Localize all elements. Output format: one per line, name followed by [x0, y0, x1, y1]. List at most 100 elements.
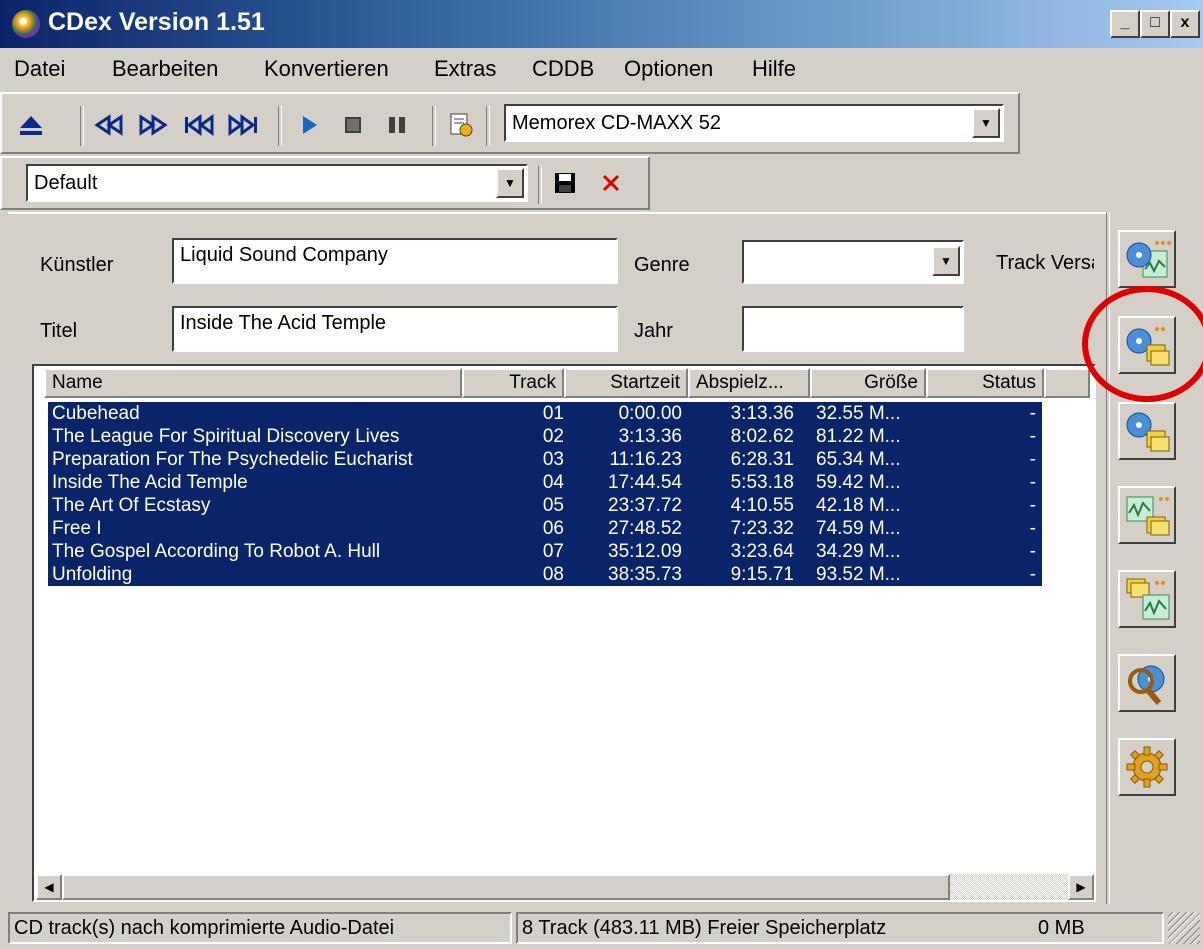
track-size: 65.34 M... [816, 449, 901, 470]
column-header-name[interactable]: Name [44, 368, 462, 398]
pause-icon[interactable] [380, 108, 414, 142]
chevron-down-icon[interactable]: ▼ [972, 108, 1000, 138]
year-field[interactable] [742, 306, 964, 352]
maximize-button[interactable]: □ [1140, 10, 1170, 38]
track-size: 93.52 M... [816, 564, 901, 585]
toolbar-separator [278, 106, 282, 146]
resize-grip[interactable] [1168, 912, 1200, 944]
track-number: 06 [542, 518, 564, 539]
highlight-circle [1082, 286, 1203, 402]
track-status: - [1029, 541, 1036, 562]
menu-cddb[interactable]: CDDB [532, 56, 594, 82]
track-size: 42.18 M... [816, 495, 901, 516]
menu-hilfe[interactable]: Hilfe [752, 56, 796, 82]
toolbar-separator [80, 106, 84, 146]
table-row[interactable]: Unfolding 08 38:35.73 9:15.71 93.52 M...… [48, 563, 1042, 586]
delete-profile-icon[interactable] [594, 166, 628, 200]
track-name: The Gospel According To Robot A. Hull [52, 541, 381, 562]
track-start: 35:12.09 [608, 541, 682, 562]
menu-optionen[interactable]: Optionen [624, 56, 713, 82]
track-number: 08 [542, 564, 564, 585]
menu-bearbeiten[interactable]: Bearbeiten [112, 56, 218, 82]
eject-icon[interactable] [14, 108, 48, 142]
genre-label: Genre [634, 254, 690, 276]
column-header-groesse[interactable]: Größe [810, 368, 926, 398]
track-size: 74.59 M... [816, 518, 901, 539]
toolbar-separator [432, 106, 436, 146]
play-icon[interactable] [292, 108, 326, 142]
track-number: 01 [542, 403, 564, 424]
track-status: - [1029, 564, 1036, 585]
genre-select[interactable]: ▼ [742, 240, 964, 284]
album-title-field-value: Inside The Acid Temple [180, 312, 387, 334]
table-row[interactable]: Inside The Acid Temple 04 17:44.54 5:53.… [48, 471, 1042, 494]
convert-wav-button[interactable] [1118, 486, 1176, 544]
minimize-button[interactable]: _ [1110, 10, 1140, 38]
chevron-down-icon[interactable]: ▼ [932, 246, 960, 276]
track-status: - [1029, 403, 1036, 424]
year-label: Jahr [634, 320, 673, 342]
fast-forward-icon[interactable] [136, 108, 170, 142]
extract-partial-button[interactable] [1118, 402, 1176, 460]
scroll-right-icon[interactable]: ▶ [1068, 874, 1094, 900]
track-number: 02 [542, 426, 564, 447]
album-title-field[interactable]: Inside The Acid Temple [172, 306, 618, 352]
track-offset-label: Track Versa [996, 252, 1094, 274]
track-status: - [1029, 426, 1036, 447]
scroll-left-icon[interactable]: ◀ [36, 874, 62, 900]
window-title: CDex Version 1.51 [48, 8, 265, 36]
table-row[interactable]: The Art Of Ecstasy 05 23:37.72 4:10.55 4… [48, 494, 1042, 517]
status-summary-text: 8 Track (483.11 MB) Freier Speicherplatz [522, 917, 887, 939]
save-profile-icon[interactable] [548, 166, 582, 200]
drive-select[interactable]: Memorex CD-MAXX 52 ▼ [504, 104, 1004, 142]
track-name: Free I [52, 518, 102, 539]
chevron-down-icon[interactable]: ▼ [496, 168, 524, 198]
status-hint: CD track(s) nach komprimierte Audio-Date… [8, 912, 512, 944]
track-start: 11:16.23 [609, 449, 682, 470]
menu-extras[interactable]: Extras [434, 56, 496, 82]
column-header-track[interactable]: Track [462, 368, 564, 398]
track-duration: 3:13.36 [730, 403, 794, 424]
column-header-startzeit[interactable]: Startzeit [564, 368, 688, 398]
artist-label: Künstler [40, 254, 114, 276]
toolbar-separator [486, 106, 490, 146]
next-track-icon[interactable] [226, 108, 260, 142]
settings-button[interactable] [1118, 738, 1176, 796]
table-row[interactable]: Preparation For The Psychedelic Eucharis… [48, 448, 1042, 471]
column-header-status[interactable]: Status [926, 368, 1044, 398]
extract-to-wav-button[interactable] [1118, 230, 1176, 288]
column-header-abspielzeit[interactable]: Abspielz... [688, 368, 810, 398]
track-duration: 7:23.32 [730, 518, 794, 539]
track-size: 32.55 M... [816, 403, 901, 424]
gear-icon [1126, 746, 1168, 788]
stop-icon[interactable] [336, 108, 370, 142]
toolbar-separator [538, 166, 542, 204]
track-status: - [1029, 495, 1036, 516]
scrollbar-thumb[interactable] [62, 874, 950, 900]
track-number: 03 [542, 449, 564, 470]
track-status: - [1029, 449, 1036, 470]
table-row[interactable]: Free I 06 27:48.52 7:23.32 74.59 M... - [48, 517, 1042, 540]
track-name: Inside The Acid Temple [52, 472, 248, 493]
status-free-space: 0 MB [1038, 917, 1085, 939]
profile-select-value: Default [34, 172, 98, 194]
track-duration: 5:53.18 [730, 472, 794, 493]
convert-compressed-button[interactable] [1118, 570, 1176, 628]
cdex-app-icon[interactable] [12, 10, 40, 38]
track-name: Cubehead [52, 403, 140, 424]
cd-info-icon[interactable] [444, 108, 478, 142]
track-status: - [1029, 518, 1036, 539]
close-button[interactable]: x [1170, 10, 1200, 38]
table-row[interactable]: The Gospel According To Robot A. Hull 07… [48, 540, 1042, 563]
track-size: 59.42 M... [816, 472, 901, 493]
menu-datei[interactable]: Datei [14, 56, 65, 82]
rewind-icon[interactable] [92, 108, 126, 142]
artist-field[interactable]: Liquid Sound Company [172, 238, 618, 284]
table-row[interactable]: The League For Spiritual Discovery Lives… [48, 425, 1042, 448]
table-row[interactable]: Cubehead 01 0:00.00 3:13.36 32.55 M... - [48, 402, 1042, 425]
status-summary: 8 Track (483.11 MB) Freier Speicherplatz… [516, 912, 1164, 944]
cd-search-button[interactable] [1118, 654, 1176, 712]
profile-select[interactable]: Default ▼ [26, 164, 528, 202]
menu-konvertieren[interactable]: Konvertieren [264, 56, 389, 82]
previous-track-icon[interactable] [182, 108, 216, 142]
